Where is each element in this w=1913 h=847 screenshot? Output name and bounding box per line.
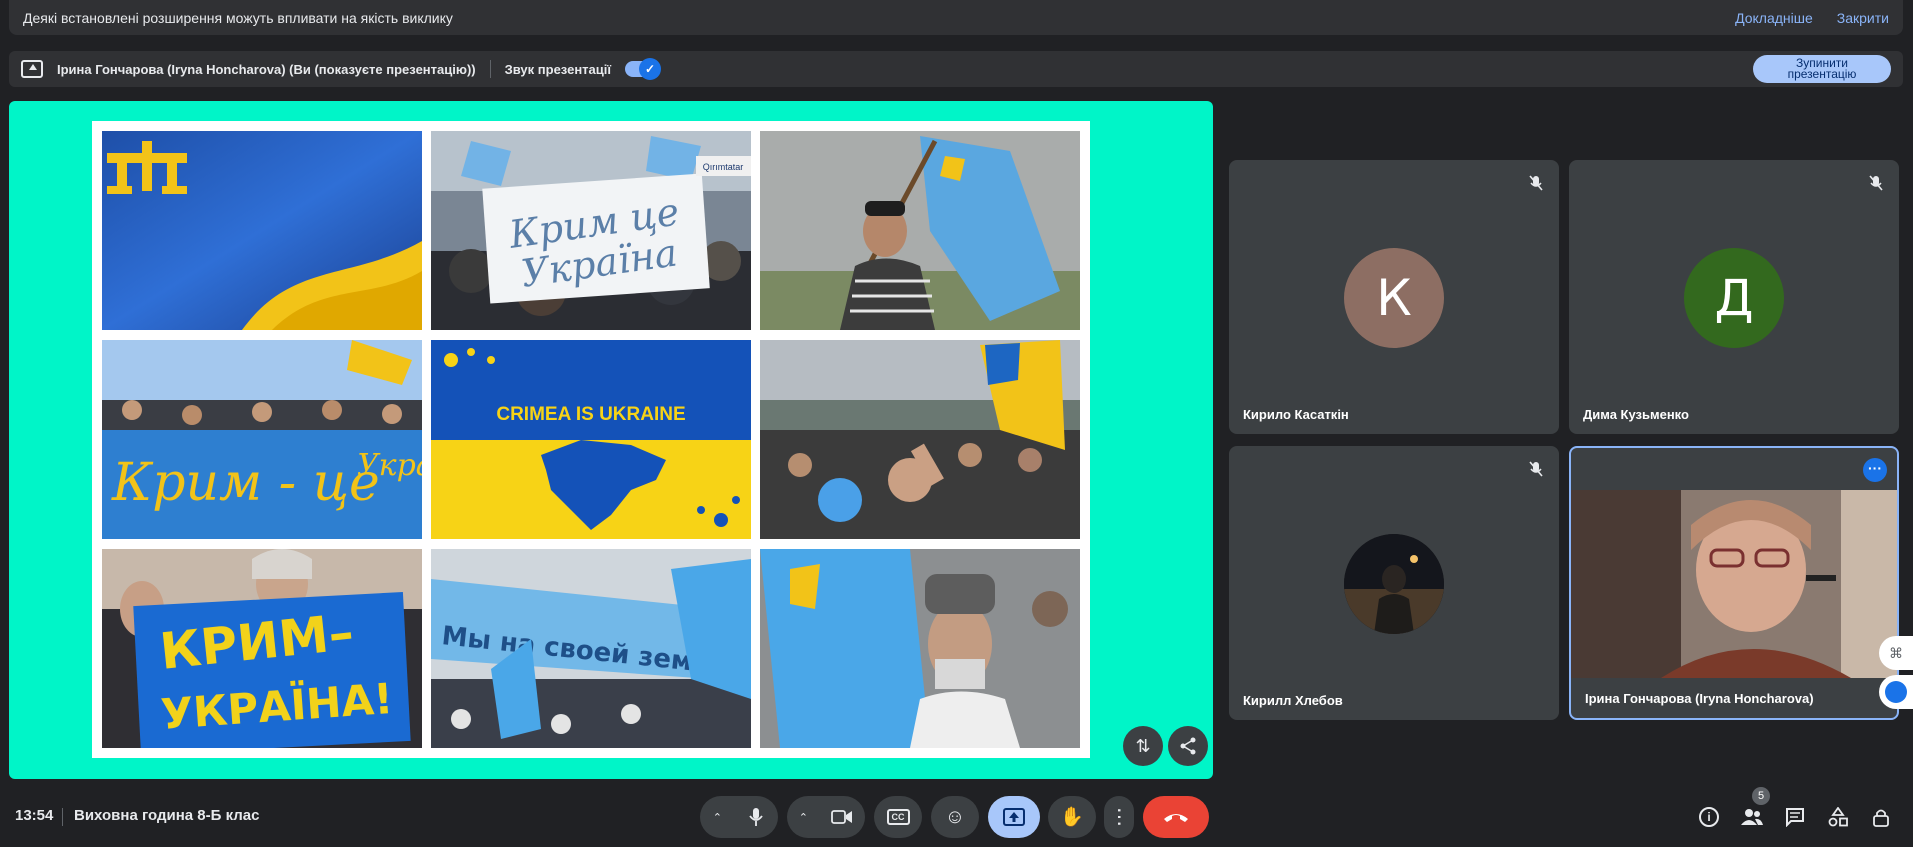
mic-icon[interactable] [747, 807, 765, 827]
emoji-icon: ☺ [944, 805, 966, 828]
avatar-photo [1344, 534, 1444, 634]
activities-icon [1828, 807, 1848, 827]
presentation-stage: Крим це Україна Qırımtatar Крим - це Укр… [9, 101, 1213, 779]
extension-warning-bar: Деякі встановлені розширення можуть впли… [9, 0, 1903, 35]
apps-icon: ⌘ [1889, 644, 1903, 661]
hangup-icon [1164, 814, 1188, 822]
present-icon [1003, 808, 1025, 826]
participant-name: Дима Кузьменко [1583, 407, 1689, 422]
camera-options-chevron-icon[interactable]: ⌃ [799, 811, 808, 824]
swap-icon: ⇅ [1135, 735, 1151, 756]
participant-tile[interactable]: Д Дима Кузьменко [1569, 160, 1899, 434]
camera-icon[interactable] [831, 809, 853, 825]
chat-button[interactable] [1783, 805, 1807, 829]
tile-my-na-svoiei-zemli: Мы на своей земле! [431, 549, 751, 748]
mic-off-icon [1529, 461, 1543, 477]
banner-krym-tse: Крим - це [111, 453, 380, 513]
more-vert-icon: ⋯ [1108, 807, 1130, 827]
people-icon [1741, 809, 1763, 825]
assistant-icon [1885, 681, 1907, 703]
participant-tile[interactable]: Кирилл Хлебов [1229, 446, 1559, 720]
tile-elder-with-flag [760, 549, 1080, 748]
avatar [1344, 534, 1444, 634]
activities-button[interactable] [1826, 805, 1850, 829]
mic-off-icon [1529, 175, 1543, 191]
swap-layout-button[interactable]: ⇅ [1123, 726, 1163, 766]
mic-off-icon [1869, 175, 1883, 191]
stop-line-2: презентацію [1787, 67, 1857, 81]
tile-krym-banner-crowd: Крим - це Украї [102, 340, 422, 539]
avatar: К [1344, 248, 1444, 348]
close-warning-link[interactable]: Закрити [1837, 10, 1889, 26]
avatar: Д [1684, 248, 1784, 348]
chat-icon [1786, 808, 1804, 827]
extension-float-button-2[interactable] [1879, 675, 1913, 709]
emoji-button[interactable]: ☺ [931, 796, 979, 838]
qirim-sign: Qırımtatar [703, 162, 744, 172]
participant-tile[interactable]: К Кирило Касаткін [1229, 160, 1559, 434]
host-controls-button[interactable] [1869, 805, 1893, 829]
meeting-title: Виховна година 8-Б клас [74, 807, 260, 824]
self-video [1571, 490, 1897, 678]
captions-icon: CC [886, 809, 910, 825]
divider [62, 808, 63, 826]
more-options-button[interactable]: ··· [1863, 458, 1887, 482]
shared-slide: Крим це Україна Qırımtatar Крим - це Укр… [92, 121, 1090, 758]
present-button[interactable] [988, 796, 1040, 838]
raise-hand-button[interactable]: ✋ [1048, 796, 1096, 838]
tile-old-man-flag [760, 131, 1080, 330]
divider [489, 60, 491, 78]
people-count-badge: 5 [1752, 787, 1770, 805]
mic-options-chevron-icon[interactable]: ⌃ [713, 811, 722, 824]
presenter-label: Ірина Гончарова (Iryna Honcharova) (Ви (… [57, 61, 476, 77]
raise-hand-icon: ✋ [1060, 807, 1084, 828]
extension-float-button[interactable]: ⌘ [1879, 636, 1913, 670]
participant-tile-self[interactable]: ··· Ірина Гончарова (Iryna Honcharova) [1569, 446, 1899, 720]
clock: 13:54 [15, 807, 54, 824]
mic-group: ⌃ [700, 796, 778, 838]
stop-presenting-button[interactable]: Зупинити презентацію [1753, 55, 1891, 83]
tile-crimea-is-ukraine: CRIMEA IS UKRAINE [431, 340, 751, 539]
tile-crimean-tatar-flag [102, 131, 422, 330]
presentation-audio-label: Звук презентації [504, 61, 612, 77]
present-screen-icon [21, 60, 43, 78]
tile-krym-ukraina-sign: КРИМ– УКРАЇНА! [102, 549, 422, 748]
tile-march-with-flags [760, 340, 1080, 539]
banner-ukrai: Украї [357, 448, 422, 483]
leave-call-button[interactable] [1143, 796, 1209, 838]
learn-more-link[interactable]: Докладніше [1735, 10, 1813, 26]
people-button[interactable] [1740, 805, 1764, 829]
captions-button[interactable]: CC [874, 796, 922, 838]
host-controls-icon [1873, 809, 1889, 827]
presentation-audio-toggle[interactable]: ✓ [625, 58, 662, 80]
crimea-is-ukraine-text: CRIMEA IS UKRAINE [496, 404, 685, 425]
share-button[interactable] [1168, 726, 1208, 766]
participant-name: Кирило Касаткін [1243, 407, 1349, 422]
bottom-controls-bar: 13:54 Виховна година 8-Б клас ⌃ ⌃ CC ☺ ✋… [0, 790, 1913, 847]
participant-name: Кирилл Хлебов [1243, 693, 1343, 708]
presenting-bar: Ірина Гончарова (Iryna Honcharova) (Ви (… [9, 51, 1903, 87]
info-icon: i [1699, 807, 1719, 827]
meeting-details-button[interactable]: i [1697, 805, 1721, 829]
more-options-button[interactable]: ⋯ [1104, 796, 1134, 838]
participant-name: Ірина Гончарова (Iryna Honcharova) [1585, 691, 1814, 706]
check-icon: ✓ [639, 58, 662, 80]
tile-protest-krym-ukraina: Крим це Україна Qırımtatar [431, 131, 751, 330]
share-icon [1180, 737, 1196, 755]
camera-group: ⌃ [787, 796, 865, 838]
warning-message: Деякі встановлені розширення можуть впли… [23, 9, 453, 26]
